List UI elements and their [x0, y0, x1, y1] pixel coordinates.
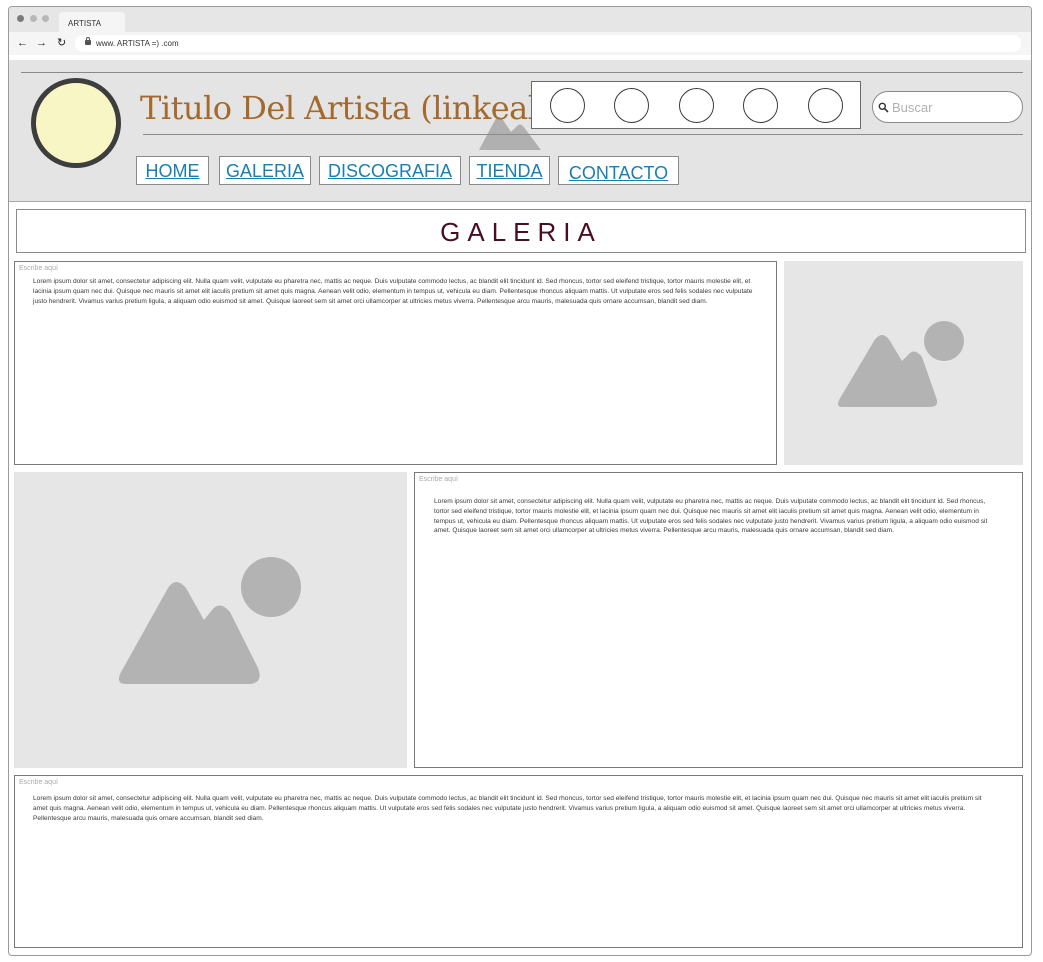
address-bar[interactable]: www. ARTISTA =) .com [75, 35, 1021, 52]
text-block[interactable]: Escribe aquí Lorem ipsum dolor sit amet,… [14, 261, 777, 465]
window-maximize-dot[interactable] [42, 15, 49, 22]
reload-icon[interactable]: ↻ [57, 37, 66, 49]
text-block[interactable]: Escribe aquí Lorem ipsum dolor sit amet,… [14, 775, 1023, 948]
browser-window: ARTISTA ← → ↻ www. ARTISTA =) .com Titul… [8, 6, 1032, 956]
social-link-circle[interactable] [679, 88, 714, 123]
social-link-circle[interactable] [614, 88, 649, 123]
nav-discografia-link[interactable]: DISCOGRAFIA [320, 161, 460, 182]
image-placeholder[interactable] [784, 261, 1023, 465]
text-block-body: Lorem ipsum dolor sit amet, consectetur … [434, 498, 988, 535]
browser-tab-title: ARTISTA [68, 19, 102, 28]
lock-icon [85, 37, 91, 45]
nav-galeria[interactable]: GALERIA [219, 156, 311, 185]
social-link-circle[interactable] [808, 88, 843, 123]
nav-contacto[interactable]: CONTACTO [558, 156, 679, 185]
text-block-body: Lorem ipsum dolor sit amet, consectetur … [33, 795, 982, 822]
nav-tienda[interactable]: TIENDA [469, 156, 550, 185]
text-block-hint: Escribe aquí [419, 476, 458, 483]
window-minimize-dot[interactable] [30, 15, 37, 22]
text-block-hint: Escribe aquí [19, 779, 58, 786]
site-header: Titulo Del Artista (linkeable) HOME GALE… [9, 60, 1031, 202]
section-title-box: GALERIA [16, 209, 1026, 253]
section-title: GALERIA [440, 217, 602, 247]
browser-titlebar: ARTISTA [9, 7, 1031, 32]
nav-home[interactable]: HOME [136, 156, 209, 185]
search-icon[interactable] [878, 102, 889, 113]
nav-tienda-link[interactable]: TIENDA [470, 161, 549, 182]
nav-galeria-link[interactable]: GALERIA [220, 161, 310, 182]
site-title-link[interactable]: Titulo Del Artista (linkeable) [140, 89, 588, 127]
nav-discografia[interactable]: DISCOGRAFIA [319, 156, 461, 185]
text-block-body: Lorem ipsum dolor sit amet, consectetur … [33, 278, 753, 305]
nav-contacto-link[interactable]: CONTACTO [559, 163, 678, 184]
back-arrow-icon[interactable]: ← [17, 37, 28, 49]
search-box [872, 91, 1023, 123]
image-placeholder-icon [838, 321, 964, 407]
header-divider [21, 72, 1023, 73]
text-block-hint: Escribe aquí [19, 265, 58, 272]
search-input[interactable] [892, 97, 1012, 117]
social-links-box [531, 81, 861, 129]
artist-logo[interactable] [31, 78, 121, 168]
social-link-circle[interactable] [743, 88, 778, 123]
social-link-circle[interactable] [550, 88, 585, 123]
browser-toolbar: ← → ↻ www. ARTISTA =) .com [9, 32, 1031, 55]
nav-home-link[interactable]: HOME [137, 161, 208, 182]
browser-tab[interactable]: ARTISTA [59, 12, 125, 32]
image-placeholder[interactable] [14, 472, 407, 768]
window-close-dot[interactable] [17, 15, 24, 22]
text-block[interactable]: Escribe aquí Lorem ipsum dolor sit amet,… [414, 472, 1023, 768]
forward-arrow-icon[interactable]: → [36, 37, 47, 49]
header-divider [143, 134, 1023, 135]
image-placeholder-icon [118, 557, 301, 684]
address-bar-url: www. ARTISTA =) .com [96, 39, 179, 48]
